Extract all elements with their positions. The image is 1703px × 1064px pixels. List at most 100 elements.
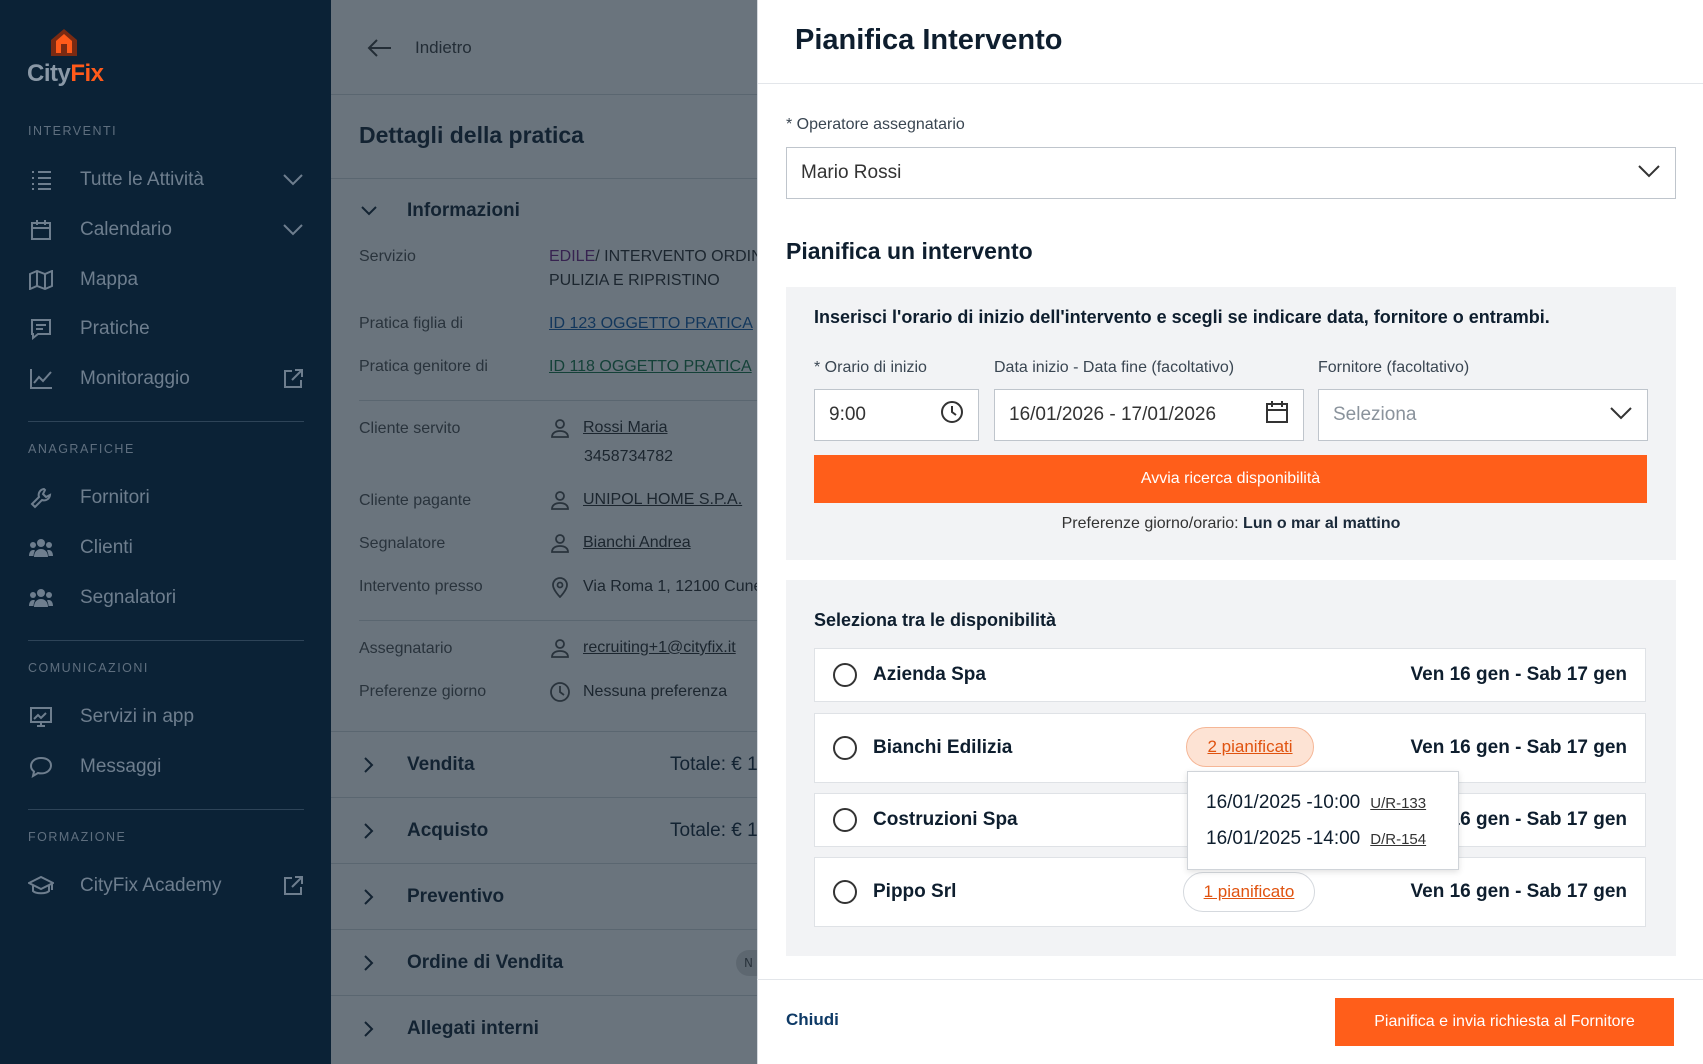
tooltip-code-link[interactable]: U/R-133 — [1370, 795, 1426, 812]
sidebar-item-academy[interactable]: CityFix Academy — [28, 866, 304, 906]
external-link-icon[interactable] — [282, 368, 304, 390]
pianificati-tooltip: 16/01/2025 -10:00 U/R-133 16/01/2025 -14… — [1187, 771, 1459, 870]
orario-label: * Orario di inizio — [814, 359, 927, 376]
sidebar-item-label: Tutte le Attività — [80, 169, 204, 190]
logo-text-city: City — [27, 60, 71, 87]
divider — [331, 94, 757, 95]
arrow-left-icon — [367, 39, 391, 57]
acquisto-totale: Totale: € 1 — [670, 820, 757, 841]
field-label: Servizio — [359, 248, 416, 265]
pratica-genitore-link[interactable]: ID 118 OGGETTO PRATICA — [549, 358, 752, 376]
chevron-down-icon[interactable] — [282, 223, 304, 237]
chevron-right-icon — [359, 888, 379, 906]
section-label: Ordine di Vendita — [407, 952, 564, 973]
section-preventivo[interactable]: Preventivo — [359, 886, 504, 908]
logo-text-fix: Fix — [70, 60, 104, 87]
sidebar-item-clienti[interactable]: Clienti — [28, 528, 304, 568]
option-name: Bianchi Edilizia — [873, 737, 1013, 758]
chat-bubble-icon — [28, 754, 54, 780]
sidebar-divider — [28, 809, 304, 810]
pianificati-badge[interactable]: 1 pianificato — [1183, 872, 1315, 912]
option-name: Costruzioni Spa — [873, 809, 1018, 830]
ordine-badge: N — [736, 950, 757, 976]
section-informazioni[interactable]: Informazioni — [359, 200, 520, 222]
pratica-figlia-link[interactable]: ID 123 OGGETTO PRATICA — [549, 315, 753, 333]
sidebar: CityFix INTERVENTI Tutte le Attività Cal… — [0, 0, 331, 1064]
section-acquisto[interactable]: Acquisto — [359, 820, 488, 842]
section-label: Informazioni — [407, 200, 520, 221]
sidebar-item-calendario[interactable]: Calendario — [28, 210, 304, 250]
tooltip-code-link[interactable]: D/R-154 — [1370, 831, 1426, 848]
assegnatario-link[interactable]: recruiting+1@cityfix.it — [583, 639, 736, 657]
section-allegati-interni[interactable]: Allegati interni — [359, 1018, 539, 1040]
cliente-servito-link[interactable]: Rossi Maria — [583, 419, 667, 437]
pianifica-invia-button[interactable]: Pianifica e invia richiesta al Fornitore — [1335, 998, 1674, 1046]
sidebar-item-servizi-app[interactable]: Servizi in app — [28, 697, 304, 737]
instructions-text: Inserisci l'orario di inizio dell'interv… — [814, 307, 1550, 327]
section-ordine-vendita[interactable]: Ordine di Vendita — [359, 952, 563, 974]
divider — [758, 83, 1703, 84]
radio-button[interactable] — [833, 736, 857, 760]
sidebar-item-label: CityFix Academy — [80, 875, 222, 896]
section-interventi: INTERVENTI — [28, 124, 118, 138]
sidebar-item-monitoraggio[interactable]: Monitoraggio — [28, 359, 304, 399]
tooltip-time: 16/01/2025 -14:00 — [1206, 828, 1361, 849]
chevron-right-icon — [359, 954, 379, 972]
sidebar-item-tutte-attivita[interactable]: Tutte le Attività — [28, 160, 304, 200]
sidebar-item-messaggi[interactable]: Messaggi — [28, 747, 304, 787]
servizio-category: EDILE — [549, 248, 596, 265]
back-label: Indietro — [415, 38, 472, 57]
section-label: Vendita — [407, 754, 475, 775]
operatore-value: Mario Rossi — [801, 162, 902, 183]
orario-value: 9:00 — [829, 404, 866, 425]
orario-input[interactable]: 9:00 — [814, 389, 979, 441]
operatore-select[interactable]: Mario Rossi — [786, 147, 1676, 199]
chevron-down-icon — [359, 205, 379, 217]
user-icon — [549, 638, 571, 658]
divider — [359, 400, 757, 401]
section-title: Pianifica un intervento — [786, 238, 1033, 264]
radio-button[interactable] — [833, 808, 857, 832]
date-range-input[interactable]: 16/01/2026 - 17/01/2026 — [994, 389, 1304, 441]
radio-button[interactable] — [833, 663, 857, 687]
divider — [331, 929, 757, 930]
field-label: Preferenze giorno — [359, 683, 487, 700]
section-vendita[interactable]: Vendita — [359, 754, 475, 776]
cityfix-logo[interactable]: CityFix — [27, 26, 107, 88]
fornitore-placeholder: Seleziona — [1333, 404, 1417, 425]
sidebar-item-fornitori[interactable]: Fornitori — [28, 478, 304, 518]
back-button[interactable]: Indietro — [367, 38, 472, 58]
field-label: Pratica figlia di — [359, 315, 464, 332]
sidebar-item-label: Mappa — [80, 269, 139, 290]
operatore-label: * Operatore assegnatario — [786, 116, 965, 133]
sidebar-divider — [28, 640, 304, 641]
radio-button[interactable] — [833, 880, 857, 904]
chiudi-button[interactable]: Chiudi — [786, 1010, 839, 1030]
fornitore-label: Fornitore (facoltativo) — [1318, 359, 1470, 376]
field-value-servizio: EDILE / INTERVENTO ORDINARIO — [549, 248, 757, 266]
cliente-pagante-link[interactable]: UNIPOL HOME S.P.A. — [583, 491, 742, 509]
field-value-servizio-line2: PULIZIA E RIPRISTINO — [549, 272, 720, 289]
sidebar-item-label: Fornitori — [80, 487, 150, 508]
option-dates: Ven 16 gen - Sab 17 gen — [1410, 664, 1627, 685]
sidebar-item-pratiche[interactable]: Pratiche — [28, 309, 304, 349]
external-link-icon[interactable] — [282, 875, 304, 897]
field-label: Assegnatario — [359, 640, 453, 657]
divider — [331, 863, 757, 864]
option-dates: Ven 16 gen - Sab 17 gen — [1410, 881, 1627, 902]
fornitore-select[interactable]: Seleziona — [1318, 389, 1648, 441]
chevron-down-icon[interactable] — [282, 173, 304, 187]
sidebar-divider — [28, 421, 304, 422]
section-label: Acquisto — [407, 820, 489, 841]
pianificati-badge[interactable]: 2 pianificati — [1186, 727, 1314, 767]
sidebar-item-segnalatori[interactable]: Segnalatori — [28, 578, 304, 618]
avvia-ricerca-button[interactable]: Avvia ricerca disponibilità — [814, 455, 1647, 503]
segnalatore-link[interactable]: Bianchi Andrea — [583, 534, 691, 552]
sidebar-item-label: Messaggi — [80, 756, 162, 777]
map-icon — [28, 267, 54, 293]
divider — [331, 995, 757, 996]
divider — [359, 620, 757, 621]
availability-option[interactable]: Azienda Spa Ven 16 gen - Sab 17 gen — [814, 648, 1646, 702]
sidebar-item-mappa[interactable]: Mappa — [28, 260, 304, 300]
chevron-right-icon — [359, 1020, 379, 1038]
